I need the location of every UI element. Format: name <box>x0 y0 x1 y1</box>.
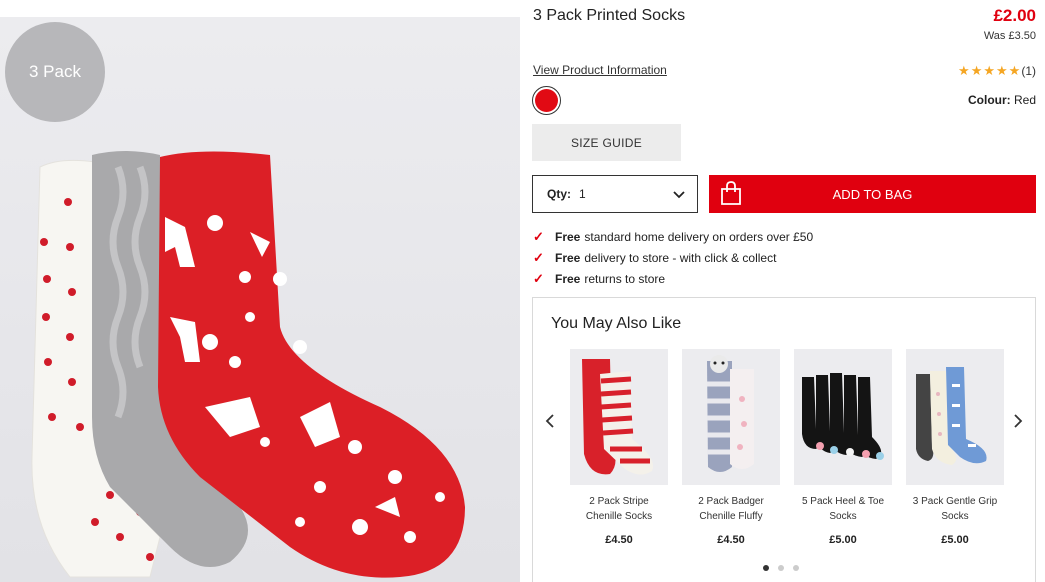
check-icon: ✓ <box>533 228 544 244</box>
qty-label: Qty: <box>547 187 571 201</box>
colour-indicator: Colour: Red <box>968 93 1036 107</box>
benefit-item: ✓ Free standard home delivery on orders … <box>533 226 813 247</box>
carousel-dot[interactable] <box>763 565 769 571</box>
chevron-right-icon <box>1014 414 1023 428</box>
quantity-select[interactable]: Qty: 1 <box>532 175 698 213</box>
was-price: Was £3.50 <box>983 30 1036 42</box>
recommendation-name: 3 Pack Gentle Grip Socks <box>912 496 998 522</box>
product-title: 3 Pack Printed Socks <box>533 7 686 24</box>
recommendation-card[interactable]: 2 Pack Badger Chenille Fluffy £4.50 <box>682 349 780 546</box>
benefit-text: delivery to store - with click & collect <box>584 250 777 265</box>
pack-badge: 3 Pack <box>5 22 105 122</box>
benefit-bold: Free <box>555 229 581 244</box>
view-product-information-link[interactable]: View Product Information <box>533 63 667 77</box>
recommendation-card[interactable]: 5 Pack Heel & Toe Socks £5.00 <box>794 349 892 546</box>
check-icon: ✓ <box>533 270 544 286</box>
benefit-bold: Free <box>555 271 581 286</box>
benefit-text: standard home delivery on orders over £5… <box>584 229 814 244</box>
chevron-left-icon <box>545 414 554 428</box>
carousel-next-button[interactable] <box>1010 411 1026 431</box>
carousel-dot[interactable] <box>778 565 784 571</box>
recommendation-name: 5 Pack Heel & Toe Socks <box>801 496 885 522</box>
product-main-image[interactable]: 3 Pack <box>0 17 520 582</box>
delivery-benefits: ✓ Free standard home delivery on orders … <box>533 226 813 289</box>
benefit-item: ✓ Free returns to store <box>533 268 813 289</box>
star-icon: ★ <box>970 63 983 78</box>
size-guide-button[interactable]: SIZE GUIDE <box>532 124 681 161</box>
recommendation-card[interactable]: 2 Pack Stripe Chenille Socks £4.50 <box>570 349 668 546</box>
product-price: £2.00 <box>993 6 1036 25</box>
add-to-bag-label: ADD TO BAG <box>832 186 913 202</box>
product-thumbnail <box>794 349 892 485</box>
carousel-dot[interactable] <box>793 565 799 571</box>
rating[interactable]: ★ ★ ★ ★ ★ (1) <box>958 63 1036 79</box>
qty-value: 1 <box>579 187 586 201</box>
recommendation-card[interactable]: 3 Pack Gentle Grip Socks £5.00 <box>906 349 1004 546</box>
recommendation-price: £4.50 <box>717 534 745 546</box>
badger-socks-image <box>707 355 754 472</box>
product-thumbnail <box>570 349 668 485</box>
benefit-text: returns to store <box>584 271 666 286</box>
recommendation-price: £5.00 <box>829 534 857 546</box>
rating-count: (1) <box>1021 64 1036 78</box>
star-icon: ★ <box>996 63 1008 78</box>
shopping-bag-icon <box>721 181 741 205</box>
product-thumbnail <box>906 349 1004 485</box>
carousel-prev-button[interactable] <box>542 411 558 431</box>
star-icon: ★ <box>958 63 970 78</box>
recommendation-price: £4.50 <box>605 534 633 546</box>
stripe-socks-image <box>582 359 654 475</box>
swatch-fill <box>535 89 558 112</box>
star-icon: ★ <box>1008 63 1021 78</box>
benefit-item: ✓ Free delivery to store - with click & … <box>533 247 813 268</box>
colour-label: Colour: <box>967 93 1011 107</box>
benefit-bold: Free <box>555 250 581 265</box>
product-thumbnail <box>682 349 780 485</box>
you-may-also-like-carousel: You May Also Like 2 Pack Stripe Chenille… <box>532 297 1036 582</box>
carousel-pagination <box>763 565 799 571</box>
star-icon: ★ <box>983 63 996 78</box>
gentle-grip-socks-image <box>916 367 987 465</box>
colour-swatch-red[interactable] <box>532 86 561 115</box>
recommendation-price: £5.00 <box>941 534 969 546</box>
add-to-bag-button[interactable]: ADD TO BAG <box>709 175 1036 213</box>
heel-toe-socks-image <box>802 373 884 460</box>
recommendation-name: 2 Pack Badger Chenille Fluffy <box>698 496 764 522</box>
carousel-title: You May Also Like <box>551 315 682 332</box>
recommendation-name: 2 Pack Stripe Chenille Socks <box>585 496 653 522</box>
check-icon: ✓ <box>533 249 544 265</box>
chevron-down-icon <box>673 191 685 199</box>
colour-value: Red <box>1013 93 1036 107</box>
